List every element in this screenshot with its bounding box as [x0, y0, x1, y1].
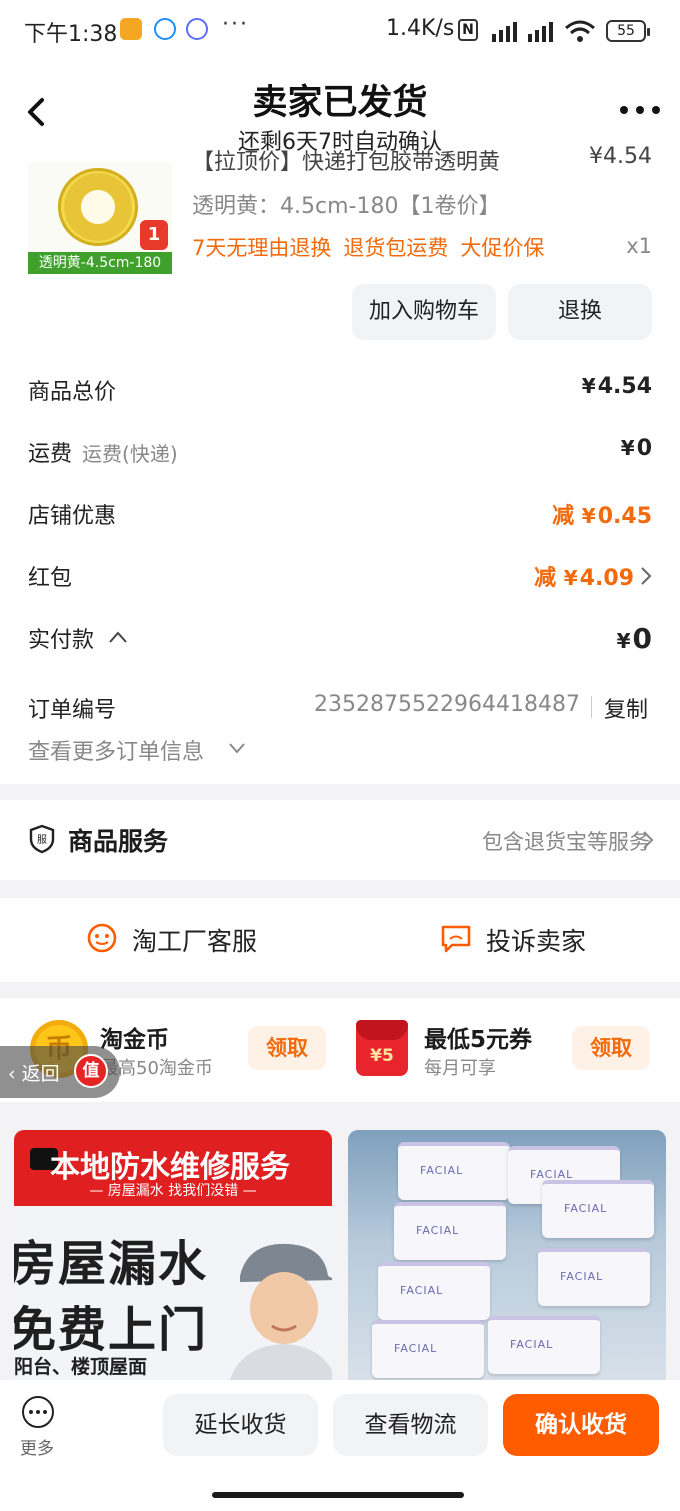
- extend-receipt-button[interactable]: 延长收货: [163, 1394, 318, 1456]
- chevron-right-icon: [643, 831, 654, 849]
- ad-waterproof-repair[interactable]: 本地防水维修服务 — 房屋漏水 找我们没错 — 房屋漏水 免费上门 阳台、楼顶屋…: [14, 1130, 332, 1380]
- order-number-row: 订单编号 2352875522964418487 复制: [28, 692, 652, 732]
- signal-icon-2: [528, 22, 553, 42]
- paid-label: 实付款: [28, 628, 95, 653]
- chevron-up-icon: [109, 631, 127, 643]
- tag-7day-return: 7天无理由退换: [192, 236, 332, 260]
- more-dots-icon[interactable]: [22, 1396, 54, 1428]
- product-spec: 透明黄：4.5cm-180【1卷价】: [192, 194, 501, 219]
- store-discount-label: 店铺优惠: [28, 504, 117, 529]
- product-image[interactable]: 1 透明黄-4.5cm-180: [28, 162, 172, 274]
- nfc-icon: N: [458, 19, 478, 41]
- product-service-desc: 包含退货宝等服务: [482, 830, 650, 854]
- claim-coin-button[interactable]: 领取: [248, 1026, 326, 1070]
- worker-photo: [229, 1243, 332, 1380]
- return-exchange-button[interactable]: 退换: [508, 284, 652, 340]
- product-title[interactable]: 【拉顶价】快递打包胶带透明黄: [192, 144, 572, 176]
- customer-service-icon[interactable]: [86, 922, 118, 954]
- shipping-row: 运费 运费(快递) ¥0: [28, 436, 652, 476]
- zhi-badge-icon: 值: [74, 1054, 108, 1088]
- paid-value: ¥0: [616, 622, 652, 655]
- chevron-right-icon: [641, 567, 652, 585]
- goods-total-label: 商品总价: [28, 380, 117, 405]
- product-price: ¥4.54: [589, 144, 652, 169]
- ad-headline-1: 房屋漏水: [14, 1236, 209, 1292]
- confirm-receipt-button[interactable]: 确认收货: [503, 1394, 659, 1456]
- tape-roll-graphic: [58, 168, 138, 246]
- complaint-button[interactable]: 投诉卖家: [486, 922, 586, 958]
- roll-count-badge: 1: [140, 220, 168, 250]
- tissue-pack: FACIAL: [488, 1316, 600, 1374]
- order-number-label: 订单编号: [28, 698, 117, 723]
- order-card: 1 透明黄-4.5cm-180 【拉顶价】快递打包胶带透明黄 ¥4.54 透明黄…: [0, 144, 680, 784]
- product-service-row[interactable]: 服 商品服务 包含退货宝等服务: [0, 800, 680, 880]
- coupon-title: 最低5元券: [424, 1027, 533, 1053]
- ad-facial-tissue[interactable]: FACIAL FACIAL FACIAL FACIAL FACIAL FACIA…: [348, 1130, 666, 1380]
- shield-icon: 服: [29, 824, 55, 854]
- ad-subtitle: — 房屋漏水 找我们没错 —: [89, 1183, 257, 1199]
- goods-total-row: 商品总价 ¥4.54: [28, 374, 652, 414]
- tissue-pack: FACIAL: [378, 1262, 490, 1320]
- bottom-action-bar: 更多 延长收货 查看物流 确认收货: [0, 1380, 680, 1511]
- more-order-info-label: 查看更多订单信息: [28, 740, 205, 765]
- tissue-pack: FACIAL: [538, 1248, 650, 1306]
- more-menu-icon[interactable]: [618, 100, 662, 120]
- ad-caption: 阳台、楼顶屋面: [14, 1356, 148, 1378]
- paid-row[interactable]: 实付款 ¥0: [28, 622, 652, 668]
- copy-order-number-button[interactable]: 复制: [604, 692, 648, 724]
- floating-back-button[interactable]: ‹ 返回 值: [0, 1046, 120, 1098]
- status-more-dots: ···: [222, 12, 249, 37]
- net-speed: 1.4K/s: [386, 16, 455, 41]
- store-discount-value: 减 ¥0.45: [552, 504, 652, 529]
- shipping-method: 运费(快递): [82, 442, 178, 466]
- divider: [591, 696, 592, 718]
- wifi-icon: [565, 20, 595, 42]
- chevron-down-icon: [229, 743, 245, 754]
- notification-app-icon: [120, 18, 142, 40]
- notification-chat-icon: [154, 18, 176, 40]
- floating-back-label: 返回: [21, 1063, 60, 1085]
- shipping-value: ¥0: [620, 436, 652, 461]
- customer-service-button[interactable]: 淘工厂客服: [132, 922, 257, 958]
- status-time: 下午1:38: [24, 22, 118, 47]
- notification-cloud-icon: [186, 18, 208, 40]
- claim-coupon-button[interactable]: 领取: [572, 1026, 650, 1070]
- tag-price-protection: 大促价保: [460, 236, 545, 260]
- product-image-label: 透明黄-4.5cm-180: [28, 252, 172, 274]
- more-order-info[interactable]: 查看更多订单信息: [28, 734, 652, 774]
- red-packet-value: 减 ¥4.09: [534, 566, 634, 591]
- tissue-pack: FACIAL: [372, 1320, 484, 1378]
- coin-title: 淘金币: [100, 1027, 169, 1053]
- svg-text:服: 服: [37, 834, 47, 846]
- product-service-title: 商品服务: [68, 827, 169, 856]
- ad-headline-2: 免费上门: [14, 1302, 209, 1358]
- store-discount-row: 店铺优惠 减 ¥0.45: [28, 498, 652, 538]
- tissue-pack: FACIAL: [394, 1202, 506, 1260]
- tag-free-return-shipping: 退货包运费: [343, 236, 449, 260]
- complaint-icon[interactable]: [440, 922, 472, 954]
- add-to-cart-button[interactable]: 加入购物车: [352, 284, 496, 340]
- battery-icon: 55: [606, 20, 650, 42]
- product-quantity: x1: [626, 234, 652, 258]
- more-label[interactable]: 更多: [20, 1434, 54, 1459]
- view-logistics-button[interactable]: 查看物流: [333, 1394, 488, 1456]
- page-title: 卖家已发货: [252, 83, 428, 123]
- tissue-pack: FACIAL: [398, 1142, 510, 1200]
- coupon-subtitle: 每月可享: [424, 1058, 496, 1079]
- status-bar: 下午1:38 ··· 1.4K/s N 55: [0, 0, 680, 62]
- signal-icon: [492, 22, 517, 42]
- shipping-label: 运费: [28, 442, 73, 467]
- contact-row: 淘工厂客服 投诉卖家: [0, 898, 680, 982]
- red-envelope-icon: ¥5: [356, 1020, 408, 1076]
- tissue-pack: FACIAL: [542, 1180, 654, 1238]
- service-tags: 7天无理由退换 退货包运费 大促价保: [192, 232, 556, 262]
- coupon-amount: ¥5: [370, 1046, 394, 1066]
- goods-total-value: ¥4.54: [581, 374, 652, 399]
- order-number: 2352875522964418487: [314, 692, 580, 717]
- red-packet-row[interactable]: 红包 减 ¥4.09: [28, 560, 652, 600]
- red-packet-label: 红包: [28, 566, 73, 591]
- home-indicator[interactable]: [212, 1492, 464, 1498]
